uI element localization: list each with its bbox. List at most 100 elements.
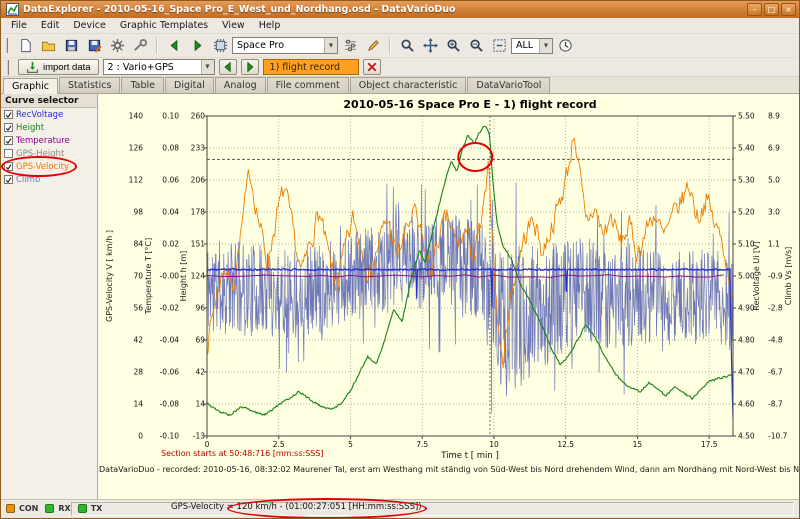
svg-text:98: 98 [133,208,143,217]
svg-text:-4.8: -4.8 [768,336,783,345]
import-data-button[interactable]: import data [18,59,99,75]
svg-text:124: 124 [191,272,206,281]
close-button[interactable]: × [781,3,796,16]
slider-settings-button[interactable] [339,35,361,56]
section-start-text: Section starts at 50:48:716 [mm:ss:SSS] [161,449,324,458]
pan-button[interactable] [419,35,441,56]
tab-analog[interactable]: Analog [215,77,266,93]
svg-text:10: 10 [489,440,499,449]
chart-canvas[interactable]: 02.557.51012.51517.5Time t [ min ]140126… [99,94,799,499]
tab-graphic[interactable]: Graphic [3,78,58,94]
curve-item-temperature[interactable]: Temperature [1,134,97,147]
svg-text:-0.08: -0.08 [160,400,180,409]
svg-text:0.04: 0.04 [162,208,179,217]
open-file-button[interactable] [37,35,59,56]
curve-label-gps-velocity: GPS-Velocity [16,162,69,172]
svg-text:-0.04: -0.04 [160,336,180,345]
tab-file-comment[interactable]: File comment [267,77,349,93]
next-record-button[interactable] [241,59,259,75]
rx-indicator-label: RX [58,504,70,513]
next-device-button[interactable] [186,35,208,56]
dropdown-arrow-icon: ▼ [539,39,552,53]
checkbox-gps-height[interactable] [4,149,13,158]
checkbox-temperature[interactable] [4,136,13,145]
save-icon [64,38,79,53]
menu-device[interactable]: Device [66,19,113,32]
delete-record-button[interactable] [363,59,381,75]
svg-text:5.20: 5.20 [738,208,755,217]
maximize-button[interactable]: □ [764,3,779,16]
svg-text:42: 42 [133,336,143,345]
sliders-icon [343,38,358,53]
settings-button[interactable] [106,35,128,56]
tab-table[interactable]: Table [121,77,164,93]
fit-window-button[interactable] [488,35,510,56]
svg-text:56: 56 [133,304,143,313]
tab-object-characteristic[interactable]: Object characteristic [350,77,467,93]
curve-item-climb[interactable]: Climb [1,173,97,186]
svg-text:4.50: 4.50 [738,432,755,441]
svg-text:28: 28 [133,368,143,377]
svg-text:-0.06: -0.06 [160,368,180,377]
device-settings-button[interactable] [129,35,151,56]
zoom-window-button[interactable] [396,35,418,56]
prev-record-button[interactable] [219,59,237,75]
toolbar-grip[interactable] [7,60,11,75]
svg-text:12.5: 12.5 [557,440,574,449]
curve-item-height[interactable]: Height [1,121,97,134]
menu-file[interactable]: File [4,19,34,32]
save-button[interactable] [60,35,82,56]
menu-edit[interactable]: Edit [34,19,66,32]
title-bar: DataExplorer - 2010-05-16_Space Pro_E_We… [1,1,799,18]
checkbox-climb[interactable] [4,175,13,184]
clock-icon [558,38,573,53]
tab-statistics[interactable]: Statistics [59,77,120,93]
edit-record-button[interactable] [362,35,384,56]
status-message: GPS-Velocity = 120 km/h - (01:00:27:051 … [171,502,422,512]
import-data-label: import data [43,62,91,73]
svg-text:-13: -13 [193,432,205,441]
svg-text:-8.7: -8.7 [768,400,783,409]
scale-all-select[interactable]: ALL ▼ [511,38,553,54]
tab-digital[interactable]: Digital [165,77,214,93]
checkbox-recvoltage[interactable] [4,110,13,119]
checkbox-height[interactable] [4,123,13,132]
record-name-field[interactable]: 1) flight record [263,59,359,75]
zoom-out-icon [469,38,484,53]
checkbox-gps-velocity[interactable] [4,162,13,171]
toolbar-grip[interactable] [6,38,10,53]
curve-item-gps-height[interactable]: GPS-Height [1,147,97,160]
curve-item-gps-velocity[interactable]: GPS-Velocity [1,160,97,173]
tab-datavariotool[interactable]: DataVarioTool [467,77,550,93]
window-title: DataExplorer - 2010-05-16_Space Pro_E_We… [23,4,747,15]
svg-text:8.9: 8.9 [768,112,780,121]
svg-text:5.0: 5.0 [768,176,780,185]
svg-text:96: 96 [195,304,205,313]
prev-device-button[interactable] [163,35,185,56]
wrench-icon [133,38,148,53]
flight-record-chart[interactable]: 02.557.51012.51517.5Time t [ min ]140126… [99,94,800,501]
svg-text:70: 70 [133,272,143,281]
menu-graphic-templates[interactable]: Graphic Templates [113,19,215,32]
zoom-in-button[interactable] [442,35,464,56]
svg-text:Climb Vs [m/s]: Climb Vs [m/s] [784,247,793,306]
curve-item-recvoltage[interactable]: RecVoltage [1,108,97,121]
zoom-out-button[interactable] [465,35,487,56]
time-sync-button[interactable] [554,35,576,56]
device-combo[interactable]: Space Pro ▼ [232,37,338,54]
menu-help[interactable]: Help [252,19,288,32]
svg-text:69: 69 [195,336,205,345]
svg-text:5.40: 5.40 [738,144,755,153]
minimize-button[interactable]: – [747,3,762,16]
device-tool-button[interactable] [209,35,231,56]
tab-bar: Graphic Statistics Table Digital Analog … [1,77,799,94]
save-as-button[interactable] [83,35,105,56]
svg-text:7.5: 7.5 [416,440,428,449]
channel-combo[interactable]: 2 : Vario+GPS ▼ [103,59,215,75]
curve-label-temperature: Temperature [16,136,70,146]
menu-view[interactable]: View [215,19,252,32]
svg-text:126: 126 [129,144,144,153]
svg-text:260: 260 [191,112,206,121]
new-file-button[interactable] [14,35,36,56]
file-comment-text: DataVarioDuo - recorded: 2010-05-16, 08:… [99,465,799,474]
